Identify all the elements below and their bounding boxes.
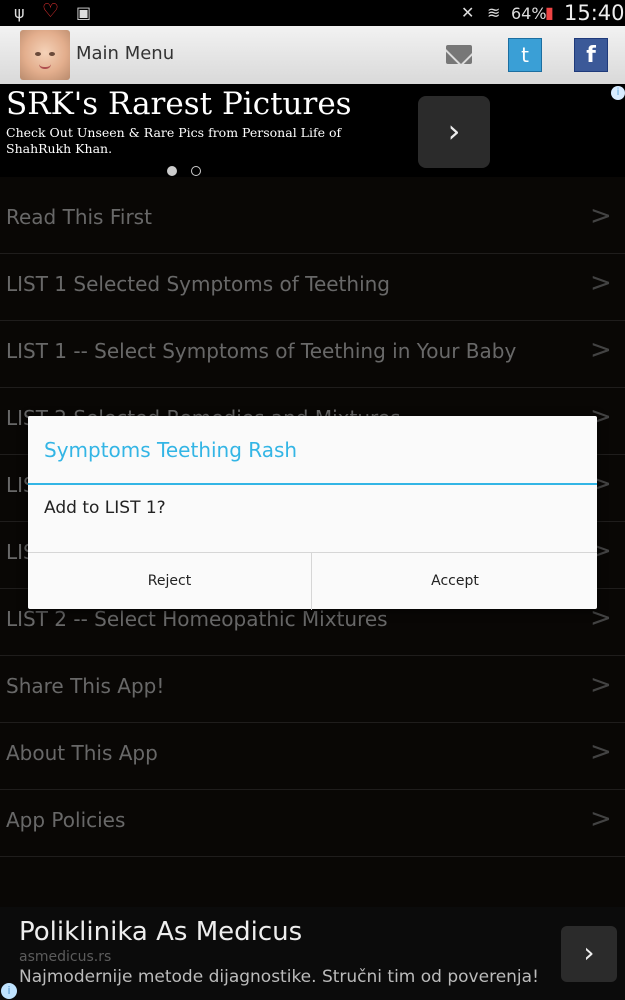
heart-icon: ♡	[42, 0, 60, 22]
wifi-icon: ≋	[487, 3, 501, 22]
ad-body: Check Out Unseen & Rare Pics from Person…	[6, 125, 342, 156]
pager-dot-active[interactable]	[167, 166, 177, 176]
ad-headline: Poliklinika As Medicus	[19, 917, 303, 947]
dialog-button-bar: Reject Accept	[28, 552, 597, 610]
status-bar: ψ ♡ ▣ ✕ ≋ 64% ▮ 15:40	[0, 0, 625, 26]
briefcase-icon: ▣	[76, 3, 92, 22]
top-ad-banner[interactable]: SRK's Rarest Pictures Check Out Unseen &…	[0, 84, 625, 177]
logo-eye	[49, 52, 55, 56]
confirm-dialog: Symptoms Teething Rash Add to LIST 1? Re…	[28, 416, 597, 610]
logo-mouth	[39, 64, 51, 69]
dialog-title-divider	[28, 483, 597, 485]
usb-icon: ψ	[14, 3, 25, 22]
ad-description: Najmodernije metode dijagnostike. Stručn…	[19, 967, 539, 987]
ad-url: asmedicus.rs	[19, 949, 112, 965]
battery-percent: 64%	[511, 4, 547, 23]
page-title: Main Menu	[76, 43, 175, 64]
ad-info-icon[interactable]: i	[611, 86, 625, 100]
mute-icon: ✕	[461, 3, 475, 22]
clock: 15:40	[564, 1, 625, 25]
ad-headline: SRK's Rarest Pictures	[6, 86, 352, 122]
dialog-title: Symptoms Teething Rash	[44, 438, 298, 462]
bottom-ad-banner[interactable]: Poliklinika As Medicus asmedicus.rs Najm…	[0, 907, 625, 1000]
app-logo[interactable]	[20, 30, 70, 80]
battery-icon: ▮	[545, 3, 554, 22]
ad-info-icon[interactable]: i	[1, 983, 17, 999]
facebook-icon[interactable]: f	[574, 38, 608, 72]
logo-eye	[35, 52, 41, 56]
dialog-message: Add to LIST 1?	[44, 498, 166, 518]
accept-button[interactable]: Accept	[313, 553, 597, 610]
ad-next-button[interactable]: ›	[418, 96, 490, 168]
ad-open-button[interactable]: ›	[561, 926, 617, 982]
action-bar: Main Menu t f	[0, 26, 625, 84]
reject-button[interactable]: Reject	[28, 553, 312, 610]
pager-dot[interactable]	[191, 166, 202, 176]
mail-icon[interactable]	[446, 45, 472, 64]
twitter-icon[interactable]: t	[508, 38, 542, 72]
